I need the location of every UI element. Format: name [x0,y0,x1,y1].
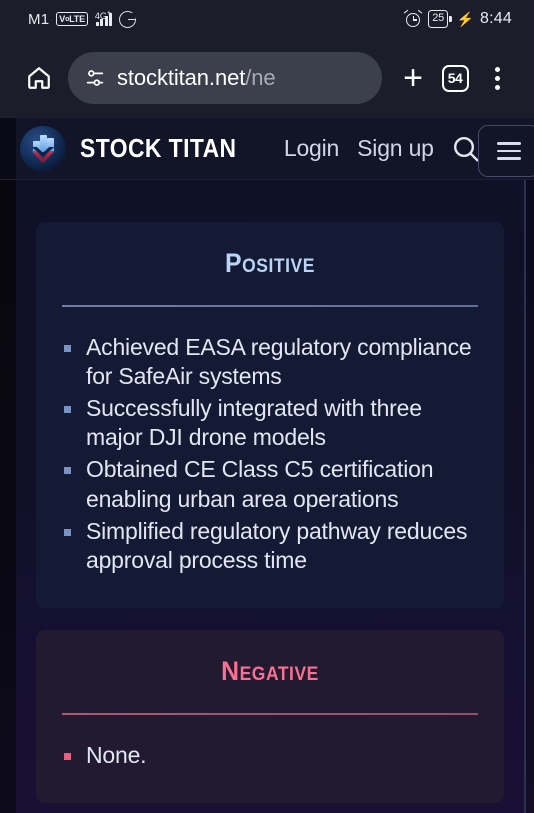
status-bar-left: M1 VoLTE 4G+ [28,10,137,28]
positive-points-list: Achieved EASA regulatory compliance for … [60,333,480,576]
url-bar[interactable]: stocktitan.net/ne [68,52,382,104]
list-item: Obtained CE Class C5 certification enabl… [60,455,480,513]
url-host: stocktitan.net [117,65,246,90]
home-icon [28,67,50,89]
status-bar: M1 VoLTE 4G+ 25 ⚡ 8:44 [0,0,534,38]
negative-card-title: Negative [221,656,319,687]
hamburger-menu-button[interactable] [478,125,534,177]
negative-card: Negative None. [36,630,504,803]
tab-switcher-button[interactable]: 54 [434,56,476,100]
tab-count-label: 54 [441,64,469,92]
carrier-label: M1 [28,10,50,28]
url-path: /ne [245,65,276,90]
home-button[interactable] [18,57,60,99]
charging-bolt-icon: ⚡ [456,11,475,27]
positive-card: Positive Achieved EASA regulatory compli… [36,222,504,609]
brand-title: STOCK TITAN [80,133,237,163]
positive-card-divider [62,305,478,307]
site-header: STOCK TITAN Login Sign up [0,118,534,180]
phone-screen: M1 VoLTE 4G+ 25 ⚡ 8:44 stocktitan.net/ne… [0,0,534,813]
list-item: None. [60,741,480,770]
positive-card-title: Positive [225,248,315,278]
tune-settings-icon [86,70,104,86]
status-bar-right: 25 ⚡ 8:44 [403,9,512,28]
list-item: Simplified regulatory pathway reduces ap… [60,517,480,575]
battery-indicator: 25 [428,10,452,28]
browser-toolbar: stocktitan.net/ne + 54 [0,38,534,118]
network-type-label: 4G+ [94,10,111,21]
negative-card-divider [62,713,478,715]
article-content: Positive Achieved EASA regulatory compli… [16,180,524,813]
negative-points-list: None. [60,741,480,770]
page-body: Positive Achieved EASA regulatory compli… [0,180,534,813]
signal-strength-indicator: 4G+ [94,10,113,26]
volte-badge: VoLTE [56,11,88,27]
browser-menu-button[interactable] [476,56,518,100]
header-nav-links: Login Sign up [284,135,434,162]
search-button[interactable] [450,133,482,165]
signup-link[interactable]: Sign up [357,135,434,162]
plus-icon: + [403,59,423,97]
kebab-menu-icon [494,66,500,90]
login-link[interactable]: Login [284,135,339,162]
list-item: Successfully integrated with three major… [60,394,480,452]
search-icon [453,136,479,162]
stock-titan-logo-icon[interactable] [20,125,66,172]
url-text: stocktitan.net/ne [117,65,276,91]
battery-level-label: 25 [428,10,449,28]
alarm-clock-icon [403,9,423,27]
google-g-icon [119,10,137,28]
list-item: Achieved EASA regulatory compliance for … [60,333,480,391]
clock-label: 8:44 [480,10,512,27]
new-tab-button[interactable]: + [392,56,434,100]
page-scrollbar[interactable] [524,180,526,813]
hamburger-menu-icon [497,142,521,160]
